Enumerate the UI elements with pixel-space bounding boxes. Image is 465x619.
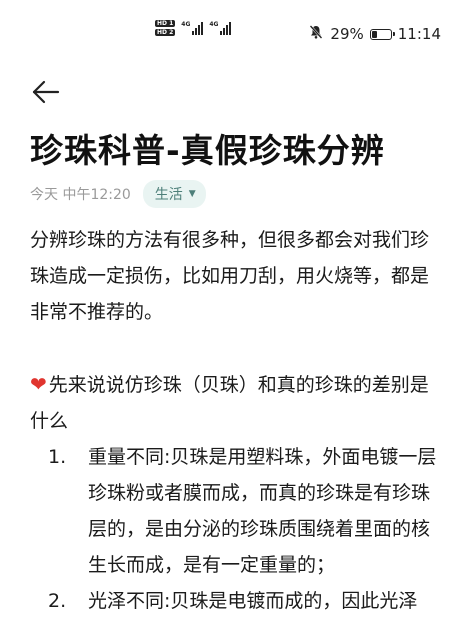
section-heading-text: 先来说说仿珍珠（贝珠）和真的珍珠的差别是什么	[30, 374, 429, 432]
list-item-number: 2.	[48, 590, 67, 612]
signal-1-label: 4G	[181, 21, 191, 28]
difference-list: 1. 重量不同:贝珠是用塑料珠，外面电镀一层珍珠粉或者膜而成，而真的珍珠是有珍珠…	[30, 439, 438, 619]
status-bar: HD 1 HD 2 4G 4G 29% 11:14	[0, 0, 465, 64]
battery-percent: 29%	[330, 25, 364, 43]
clock-time: 11:14	[397, 25, 441, 43]
status-right: 29% 11:14	[308, 24, 441, 44]
article-meta: 今天 中午12:20 生活 ▼	[30, 180, 206, 208]
battery-icon	[369, 28, 395, 40]
category-tag[interactable]: 生活 ▼	[142, 180, 206, 208]
page-title: 珍珠科普-真假珍珠分辨	[30, 131, 385, 170]
hd-badges: HD 1 HD 2	[155, 20, 176, 36]
section-heading: ❤ 先来说说仿珍珠（贝珠）和真的珍珠的差别是什么	[30, 366, 438, 439]
back-button[interactable]	[30, 76, 62, 108]
list-item-text: 重量不同:贝珠是用塑料珠，外面电镀一层珍珠粉或者膜而成，而真的珍珠是有珍珠层的，…	[88, 446, 437, 576]
list-item-number: 1.	[48, 446, 67, 468]
signal-2-label: 4G	[209, 21, 219, 28]
list-item: 1. 重量不同:贝珠是用塑料珠，外面电镀一层珍珠粉或者膜而成，而真的珍珠是有珍珠…	[30, 439, 438, 583]
list-item-text: 光泽不同:贝珠是电镀而成的，因此光泽	[88, 590, 418, 612]
signal-2-icon: 4G	[209, 21, 232, 35]
category-tag-label: 生活	[154, 187, 183, 203]
red-heart-icon: ❤	[30, 372, 47, 396]
post-date: 今天 中午12:20	[30, 187, 131, 203]
arrow-left-icon	[32, 80, 60, 104]
sim-signal-group: HD 1 HD 2 4G 4G	[155, 20, 232, 36]
article-body: 分辨珍珠的方法有很多种，但很多都会对我们珍珠造成一定损伤，比如用刀刮，用火烧等，…	[30, 222, 438, 619]
bell-off-icon	[308, 24, 324, 44]
hd2-badge: HD 2	[155, 29, 176, 36]
signal-1-icon: 4G	[181, 21, 204, 35]
hd1-badge: HD 1	[155, 20, 176, 27]
caret-down-icon: ▼	[188, 189, 196, 199]
intro-paragraph: 分辨珍珠的方法有很多种，但很多都会对我们珍珠造成一定损伤，比如用刀刮，用火烧等，…	[30, 229, 430, 323]
list-item: 2. 光泽不同:贝珠是电镀而成的，因此光泽	[30, 583, 438, 619]
